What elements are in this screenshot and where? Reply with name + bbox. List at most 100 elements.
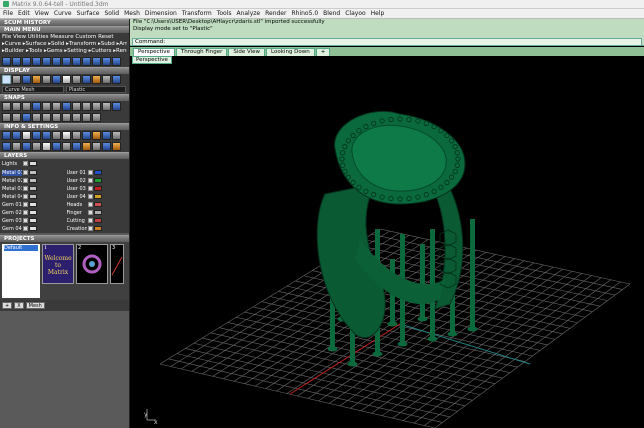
main-menu-row[interactable]: ▸Curve ▸Surface ▸Solid ▸Transform ▸Subd …: [2, 41, 127, 48]
info-button[interactable]: [42, 142, 51, 151]
info-button[interactable]: [102, 142, 111, 151]
lights-swatch[interactable]: [29, 161, 37, 166]
display-header[interactable]: DISPLAY: [0, 67, 129, 74]
viewport-tab[interactable]: Looking Down: [266, 48, 315, 56]
display-material-field[interactable]: Plastic: [66, 86, 126, 93]
menu-item[interactable]: Dimension: [145, 10, 177, 17]
info-button[interactable]: [62, 142, 71, 151]
snap-button[interactable]: [22, 102, 31, 111]
menu-item[interactable]: Help: [371, 10, 385, 17]
snap-button[interactable]: [22, 113, 31, 122]
display-button[interactable]: [92, 75, 101, 84]
display-button[interactable]: [12, 75, 21, 84]
projects-header[interactable]: PROJECTS: [0, 235, 129, 242]
info-button[interactable]: [22, 142, 31, 151]
snap-button[interactable]: [112, 102, 121, 111]
tool-button[interactable]: [2, 57, 11, 66]
info-button[interactable]: [12, 142, 21, 151]
menu-item[interactable]: Surface: [77, 10, 100, 17]
menu-item[interactable]: Tools: [217, 10, 232, 17]
snap-button[interactable]: [42, 102, 51, 111]
display-mode-field[interactable]: Curve Mesh: [2, 86, 64, 93]
menu-item[interactable]: Analyze: [236, 10, 260, 17]
snap-button[interactable]: [92, 113, 101, 122]
tool-button[interactable]: [32, 57, 41, 66]
tool-button[interactable]: [52, 57, 61, 66]
snap-button[interactable]: [72, 113, 81, 122]
display-button[interactable]: [62, 75, 71, 84]
info-button[interactable]: [2, 131, 11, 140]
layer-color-swatch[interactable]: [29, 226, 37, 231]
menu-item[interactable]: Mesh: [124, 10, 140, 17]
snap-button[interactable]: [92, 102, 101, 111]
layer-visible-checkbox[interactable]: [23, 186, 28, 191]
info-button[interactable]: [92, 142, 101, 151]
project-thumbnail[interactable]: 3: [110, 244, 124, 284]
layer-row[interactable]: User 01: [67, 169, 128, 176]
layers-header[interactable]: LAYERS: [0, 152, 129, 159]
menu-item[interactable]: Curve: [54, 10, 72, 17]
layer-visible-checkbox[interactable]: [87, 210, 93, 215]
snap-button[interactable]: [12, 102, 21, 111]
menu-item[interactable]: Blend: [323, 10, 340, 17]
info-button[interactable]: [62, 131, 71, 140]
layer-visible-checkbox[interactable]: [87, 226, 93, 231]
layer-color-swatch[interactable]: [29, 178, 37, 183]
layer-color-swatch[interactable]: [93, 178, 102, 183]
layer-row[interactable]: Gem 02: [2, 209, 63, 216]
layer-color-swatch[interactable]: [93, 218, 102, 223]
tool-button[interactable]: [92, 57, 101, 66]
layer-row[interactable]: Metal 01: [2, 169, 63, 176]
info-button[interactable]: [72, 142, 81, 151]
layer-color-swatch[interactable]: [29, 202, 37, 207]
info-button[interactable]: [82, 142, 91, 151]
main-menu-row[interactable]: ▸Builder ▸Tools ▸Gems ▸Setting ▸Cutters …: [2, 48, 127, 55]
snap-button[interactable]: [42, 113, 51, 122]
delete-project-button[interactable]: X: [14, 302, 24, 309]
new-project-button[interactable]: +: [2, 302, 13, 309]
info-button[interactable]: [92, 131, 101, 140]
layer-visible-checkbox[interactable]: [23, 202, 28, 207]
layer-row[interactable]: Cutting: [67, 217, 128, 224]
main-menu-row[interactable]: File View Utilities Measure Custom Reset: [2, 34, 127, 41]
info-button[interactable]: [2, 142, 11, 151]
layer-visible-checkbox[interactable]: [23, 226, 28, 231]
wireframe-button[interactable]: [2, 75, 11, 84]
snap-button[interactable]: [82, 113, 91, 122]
menu-item[interactable]: Solid: [104, 10, 119, 17]
layer-color-swatch[interactable]: [29, 218, 37, 223]
viewport-tab[interactable]: Perspective: [133, 48, 175, 56]
menu-item[interactable]: Transform: [182, 10, 212, 17]
menu-item[interactable]: View: [35, 10, 49, 17]
project-item[interactable]: Default: [4, 245, 38, 251]
display-button[interactable]: [22, 75, 31, 84]
viewport-tab[interactable]: Through Finger: [175, 48, 228, 56]
info-button[interactable]: [52, 131, 61, 140]
menu-item[interactable]: Clayoo: [345, 10, 365, 17]
viewport-label[interactable]: Perspective: [132, 56, 172, 64]
layer-row[interactable]: Metal 03: [2, 185, 63, 192]
layer-row[interactable]: Gem 03: [2, 217, 63, 224]
project-thumbnail[interactable]: 2: [76, 244, 108, 284]
info-button[interactable]: [32, 131, 41, 140]
layer-visible-checkbox[interactable]: [87, 218, 93, 223]
tool-button[interactable]: [62, 57, 71, 66]
display-button[interactable]: [112, 75, 121, 84]
layer-visible-checkbox[interactable]: [23, 178, 28, 183]
layer-visible-checkbox[interactable]: [87, 202, 93, 207]
layer-visible-checkbox[interactable]: [87, 186, 93, 191]
layer-color-swatch[interactable]: [29, 210, 37, 215]
tool-button[interactable]: [22, 57, 31, 66]
snap-button[interactable]: [52, 102, 61, 111]
snap-button[interactable]: [62, 102, 71, 111]
tool-button[interactable]: [112, 57, 121, 66]
layer-color-swatch[interactable]: [29, 194, 37, 199]
layer-color-swatch[interactable]: [29, 186, 37, 191]
menu-item[interactable]: Rhino5.0: [291, 10, 318, 17]
info-settings-header[interactable]: INFO & SETTINGS: [0, 123, 129, 130]
snap-button[interactable]: [82, 102, 91, 111]
tool-button[interactable]: [12, 57, 21, 66]
viewport-3d[interactable]: yx: [130, 64, 644, 428]
layer-row[interactable]: User 02: [67, 177, 128, 184]
layer-row[interactable]: Finger: [67, 209, 128, 216]
